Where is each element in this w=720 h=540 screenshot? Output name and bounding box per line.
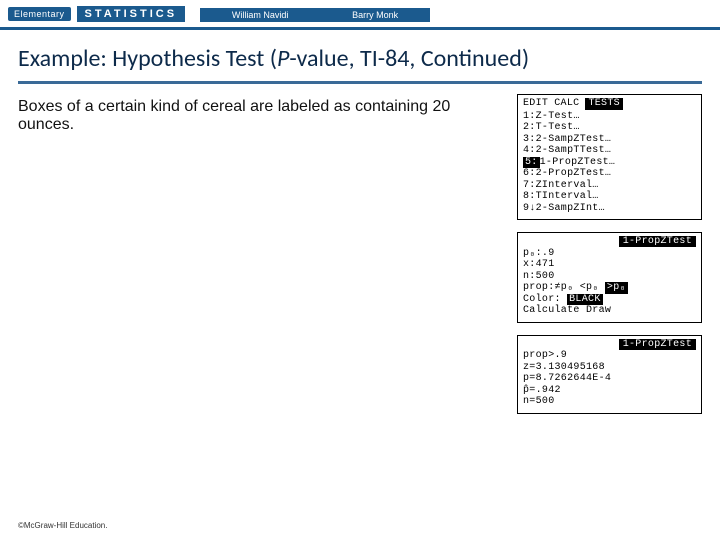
output-p: p=8.7262644E-4 xyxy=(523,373,696,385)
input-x: x:471 xyxy=(523,259,696,271)
title-underline xyxy=(18,81,702,84)
menu-calc: CALC xyxy=(554,98,579,110)
menu-item-2: 2:T-Test… xyxy=(523,122,696,134)
slide-title: Example: Hypothesis Test (P-value, TI-84… xyxy=(0,30,720,81)
menu-item-5-sel: 5: xyxy=(523,157,540,169)
menu-item-7: 7:ZInterval… xyxy=(523,180,696,192)
menu-item-5: 5:1-PropZTest… xyxy=(523,157,696,169)
title-em: P xyxy=(277,44,289,73)
input-n: n:500 xyxy=(523,271,696,283)
calculator-screens: EDIT CALC TESTS 1:Z-Test… 2:T-Test… 3:2-… xyxy=(517,94,702,414)
input-prop: prop:≠p₀ <p₀ >p₀ xyxy=(523,282,696,294)
title-pre: Example: Hypothesis Test ( xyxy=(18,44,277,73)
problem-prompt: Boxes of a certain kind of cereal are la… xyxy=(18,94,505,414)
menu-item-9: 9↓2-SampZInt… xyxy=(523,203,696,215)
brand-elementary: Elementary xyxy=(8,7,71,21)
menu-item-5-rest: 1-PropZTest… xyxy=(540,157,616,168)
menu-item-3: 3:2-SampZTest… xyxy=(523,134,696,146)
menu-edit: EDIT xyxy=(523,98,548,110)
output-n: n=500 xyxy=(523,396,696,408)
menu-tests-selected: TESTS xyxy=(585,98,623,110)
input-title-row: 1-PropZTest xyxy=(523,236,696,248)
author-2: Barry Monk xyxy=(352,10,398,20)
author-1: William Navidi xyxy=(232,10,289,20)
menu-item-1: 1:Z-Test… xyxy=(523,111,696,123)
input-p0: p₀:.9 xyxy=(523,248,696,260)
output-z: z=3.130495168 xyxy=(523,362,696,374)
brand-statistics: STATISTICS xyxy=(77,6,186,22)
output-title: 1-PropZTest xyxy=(619,339,696,350)
author-bar: William Navidi Barry Monk xyxy=(200,8,430,22)
output-phat: p̂=.942 xyxy=(523,385,696,397)
input-color: Color: BLACK xyxy=(523,294,696,306)
output-alt: prop>.9 xyxy=(523,350,696,362)
input-calculate: Calculate Draw xyxy=(523,305,696,317)
ti84-screen-output: 1-PropZTest prop>.9 z=3.130495168 p=8.72… xyxy=(517,335,702,414)
input-color-pre: Color: xyxy=(523,294,567,305)
ti84-screen-tests-menu: EDIT CALC TESTS 1:Z-Test… 2:T-Test… 3:2-… xyxy=(517,94,702,220)
copyright-footer: ©McGraw-Hill Education. xyxy=(18,521,107,530)
book-header: Elementary STATISTICS William Navidi Bar… xyxy=(0,0,720,30)
menu-item-8: 8:TInterval… xyxy=(523,191,696,203)
menu-item-4: 4:2-SampTTest… xyxy=(523,145,696,157)
input-prop-sel: >p₀ xyxy=(605,282,628,294)
menu-item-6: 6:2-PropZTest… xyxy=(523,168,696,180)
ti84-screen-input: 1-PropZTest p₀:.9 x:471 n:500 prop:≠p₀ <… xyxy=(517,232,702,323)
input-title: 1-PropZTest xyxy=(619,236,696,247)
output-title-row: 1-PropZTest xyxy=(523,339,696,351)
content-area: Boxes of a certain kind of cereal are la… xyxy=(0,94,720,414)
title-post: -value, TI-84, Continued) xyxy=(289,44,529,73)
input-color-sel: BLACK xyxy=(567,294,603,306)
input-prop-pre: prop:≠p₀ <p₀ xyxy=(523,282,605,293)
menu-header: EDIT CALC TESTS xyxy=(523,98,696,110)
